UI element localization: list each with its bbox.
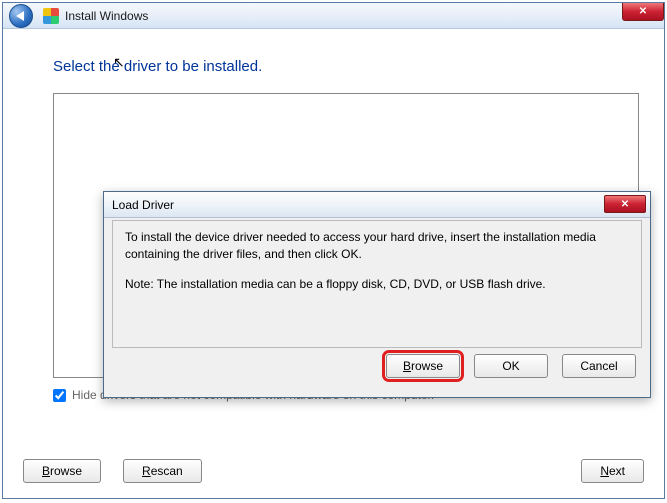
load-driver-dialog: Load Driver ✕ To install the device driv… <box>103 191 651 398</box>
dialog-text-2: Note: The installation media can be a fl… <box>125 276 629 293</box>
dialog-close-button[interactable]: ✕ <box>604 195 646 213</box>
next-button[interactable]: Next <box>581 459 644 483</box>
dialog-ok-button[interactable]: OK <box>474 354 548 378</box>
dialog-cancel-button[interactable]: Cancel <box>562 354 636 378</box>
page-heading: Select the driver to be installed. <box>53 58 644 75</box>
window-title: Install Windows <box>65 9 148 23</box>
browse-button[interactable]: Browse <box>23 459 101 483</box>
dialog-text-1: To install the device driver needed to a… <box>125 229 629 264</box>
close-icon: ✕ <box>639 6 647 17</box>
close-button[interactable]: ✕ <box>622 3 664 21</box>
windows-flag-icon <box>43 8 59 24</box>
dialog-browse-button[interactable]: Browse <box>386 354 460 378</box>
dialog-message: To install the device driver needed to a… <box>112 220 642 348</box>
hide-drivers-checkbox[interactable] <box>53 389 66 402</box>
bottom-button-bar: Browse Rescan Next <box>23 458 644 484</box>
back-arrow-icon <box>16 11 24 21</box>
dialog-title: Load Driver <box>112 198 174 212</box>
rescan-label: escan <box>151 464 183 478</box>
browse-label: rowse <box>50 464 82 478</box>
install-windows-window: Install Windows ✕ Select the driver to b… <box>2 2 665 499</box>
back-button[interactable] <box>9 4 33 28</box>
close-icon: ✕ <box>621 199 629 210</box>
titlebar: Install Windows ✕ <box>3 3 664 29</box>
dialog-titlebar: Load Driver ✕ <box>104 192 650 218</box>
dialog-button-row: Browse OK Cancel <box>112 348 642 378</box>
next-label: ext <box>609 464 625 478</box>
rescan-button[interactable]: Rescan <box>123 459 202 483</box>
dialog-body: To install the device driver needed to a… <box>104 218 650 386</box>
